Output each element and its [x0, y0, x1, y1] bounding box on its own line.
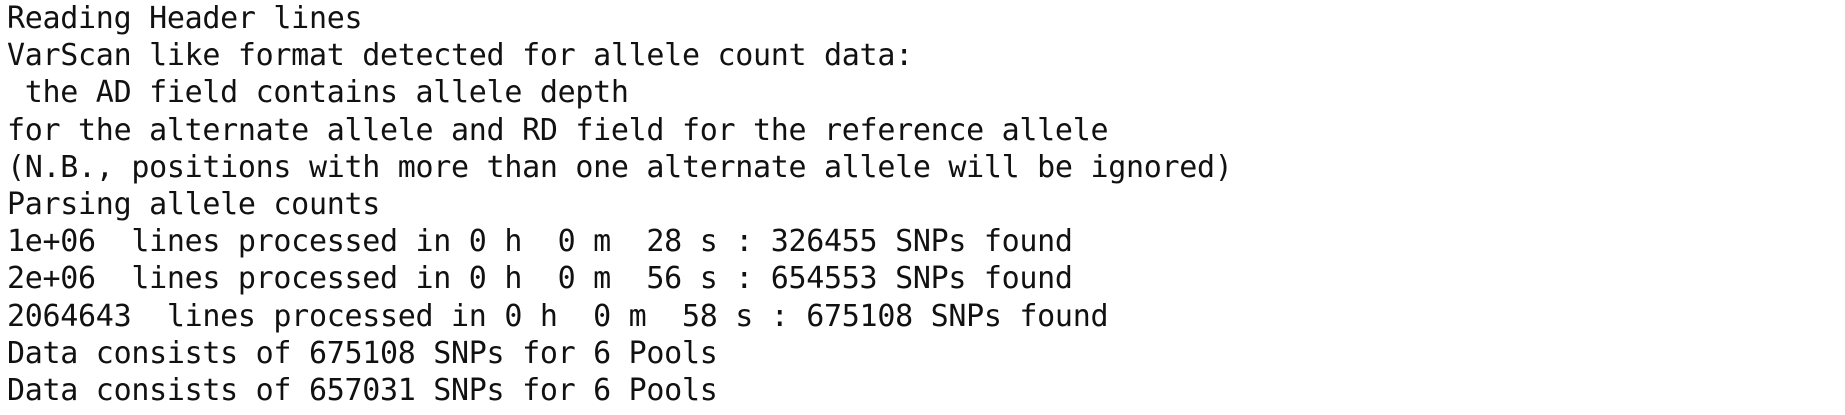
- console-line: Data consists of 675108 SNPs for 6 Pools: [7, 335, 718, 371]
- console-line: 2064643 lines processed in 0 h 0 m 58 s …: [7, 298, 1109, 334]
- console-line: 2e+06 lines processed in 0 h 0 m 56 s : …: [7, 261, 1073, 297]
- console-line: Data consists of 657031 SNPs for 6 Pools: [7, 373, 718, 409]
- console-line: Reading Header lines: [7, 1, 363, 36]
- console-line: VarScan like format detected for allele …: [7, 38, 913, 74]
- console-output: Reading Header lines VarScan like format…: [7, 0, 1233, 409]
- console-line: the AD field contains allele depth: [7, 75, 629, 111]
- console-line: (N.B., positions with more than one alte…: [7, 149, 1233, 185]
- console-line: Parsing allele counts: [7, 187, 380, 223]
- console-line: for the alternate allele and RD field fo…: [7, 112, 1109, 148]
- console-line: 1e+06 lines processed in 0 h 0 m 28 s : …: [7, 224, 1073, 260]
